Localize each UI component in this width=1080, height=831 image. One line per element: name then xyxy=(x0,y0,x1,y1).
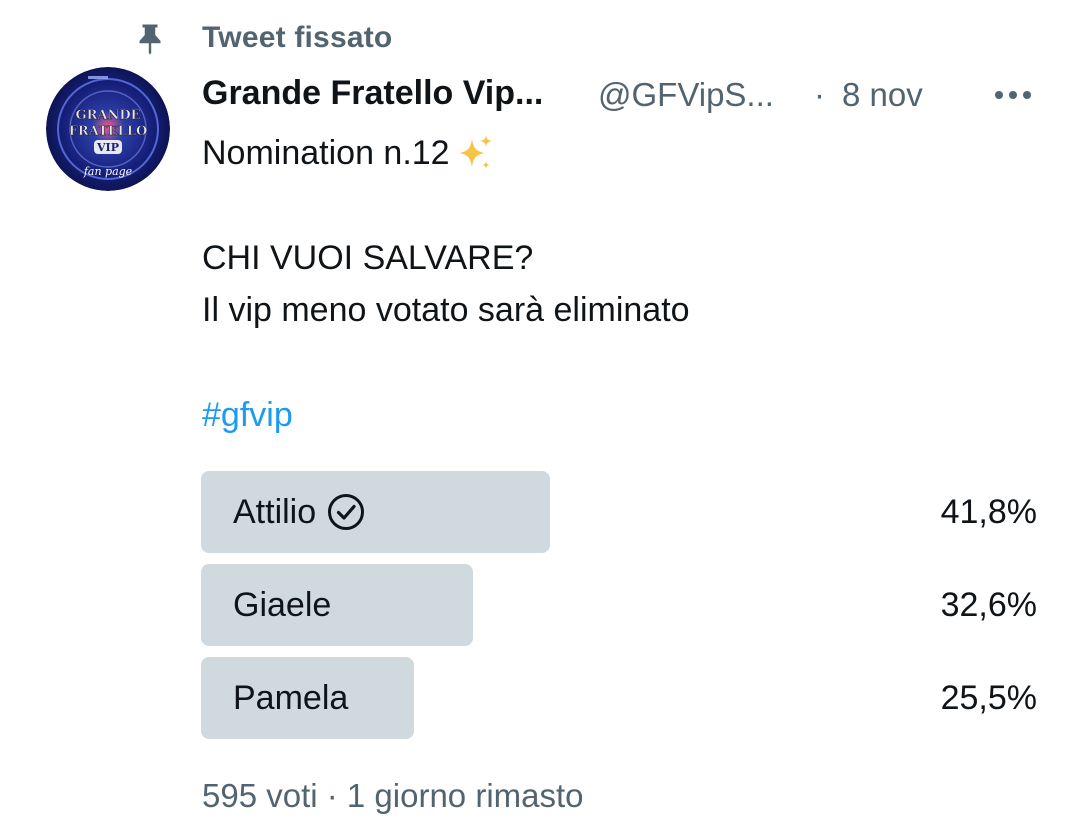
avatar-logo-line2: FRATELLO xyxy=(69,124,148,139)
tweet-text-line: Nomination n.12 xyxy=(202,133,496,173)
pin-icon xyxy=(139,24,161,55)
avatar[interactable]: GRANDE FRATELLO VIP fan page xyxy=(46,67,170,191)
poll-option-percent: 32,6% xyxy=(940,586,1037,624)
poll-footer: 595 voti · 1 giorno rimasto xyxy=(202,777,584,814)
poll-option-label: Attilio xyxy=(233,493,317,531)
avatar-tagline: fan page xyxy=(83,165,133,178)
avatar-logo-line1: GRANDE xyxy=(75,108,140,123)
author-name[interactable]: Grande Fratello Vip... xyxy=(202,74,543,113)
tweet-header: Grande Fratello Vip... @GFVipS... · 8 no… xyxy=(202,72,1042,118)
header-separator: · xyxy=(814,76,825,113)
hashtag-link[interactable]: #gfvip xyxy=(202,395,293,435)
grande-fratello-vip-logo: GRANDE FRATELLO VIP fan page xyxy=(46,67,170,191)
poll-option: Attilio 41,8% xyxy=(201,471,1039,553)
author-handle[interactable]: @GFVipS... xyxy=(598,76,774,114)
tweet-question: CHI VUOI SALVARE? xyxy=(202,239,534,277)
pinned-tweet-indicator: Tweet fissato xyxy=(0,18,1080,58)
poll-option-label: Pamela xyxy=(233,679,349,717)
poll-option: Pamela 25,5% xyxy=(201,657,1039,739)
tweet-date[interactable]: 8 nov xyxy=(842,76,923,114)
check-circle-icon xyxy=(328,494,365,530)
poll-option-label: Giaele xyxy=(233,586,332,624)
tweet-subtext: Il vip meno votato sarà eliminato xyxy=(202,291,690,329)
poll-option-percent: 41,8% xyxy=(940,493,1037,531)
pinned-label: Tweet fissato xyxy=(202,21,393,54)
tweet-title: Nomination n.12 xyxy=(202,134,450,172)
sparkles-icon xyxy=(458,135,492,169)
poll-option-percent: 25,5% xyxy=(940,679,1037,717)
poll-option: Giaele 32,6% xyxy=(201,564,1039,646)
avatar-logo-line3: VIP xyxy=(96,141,119,154)
more-horizontal-icon[interactable] xyxy=(988,80,1038,110)
